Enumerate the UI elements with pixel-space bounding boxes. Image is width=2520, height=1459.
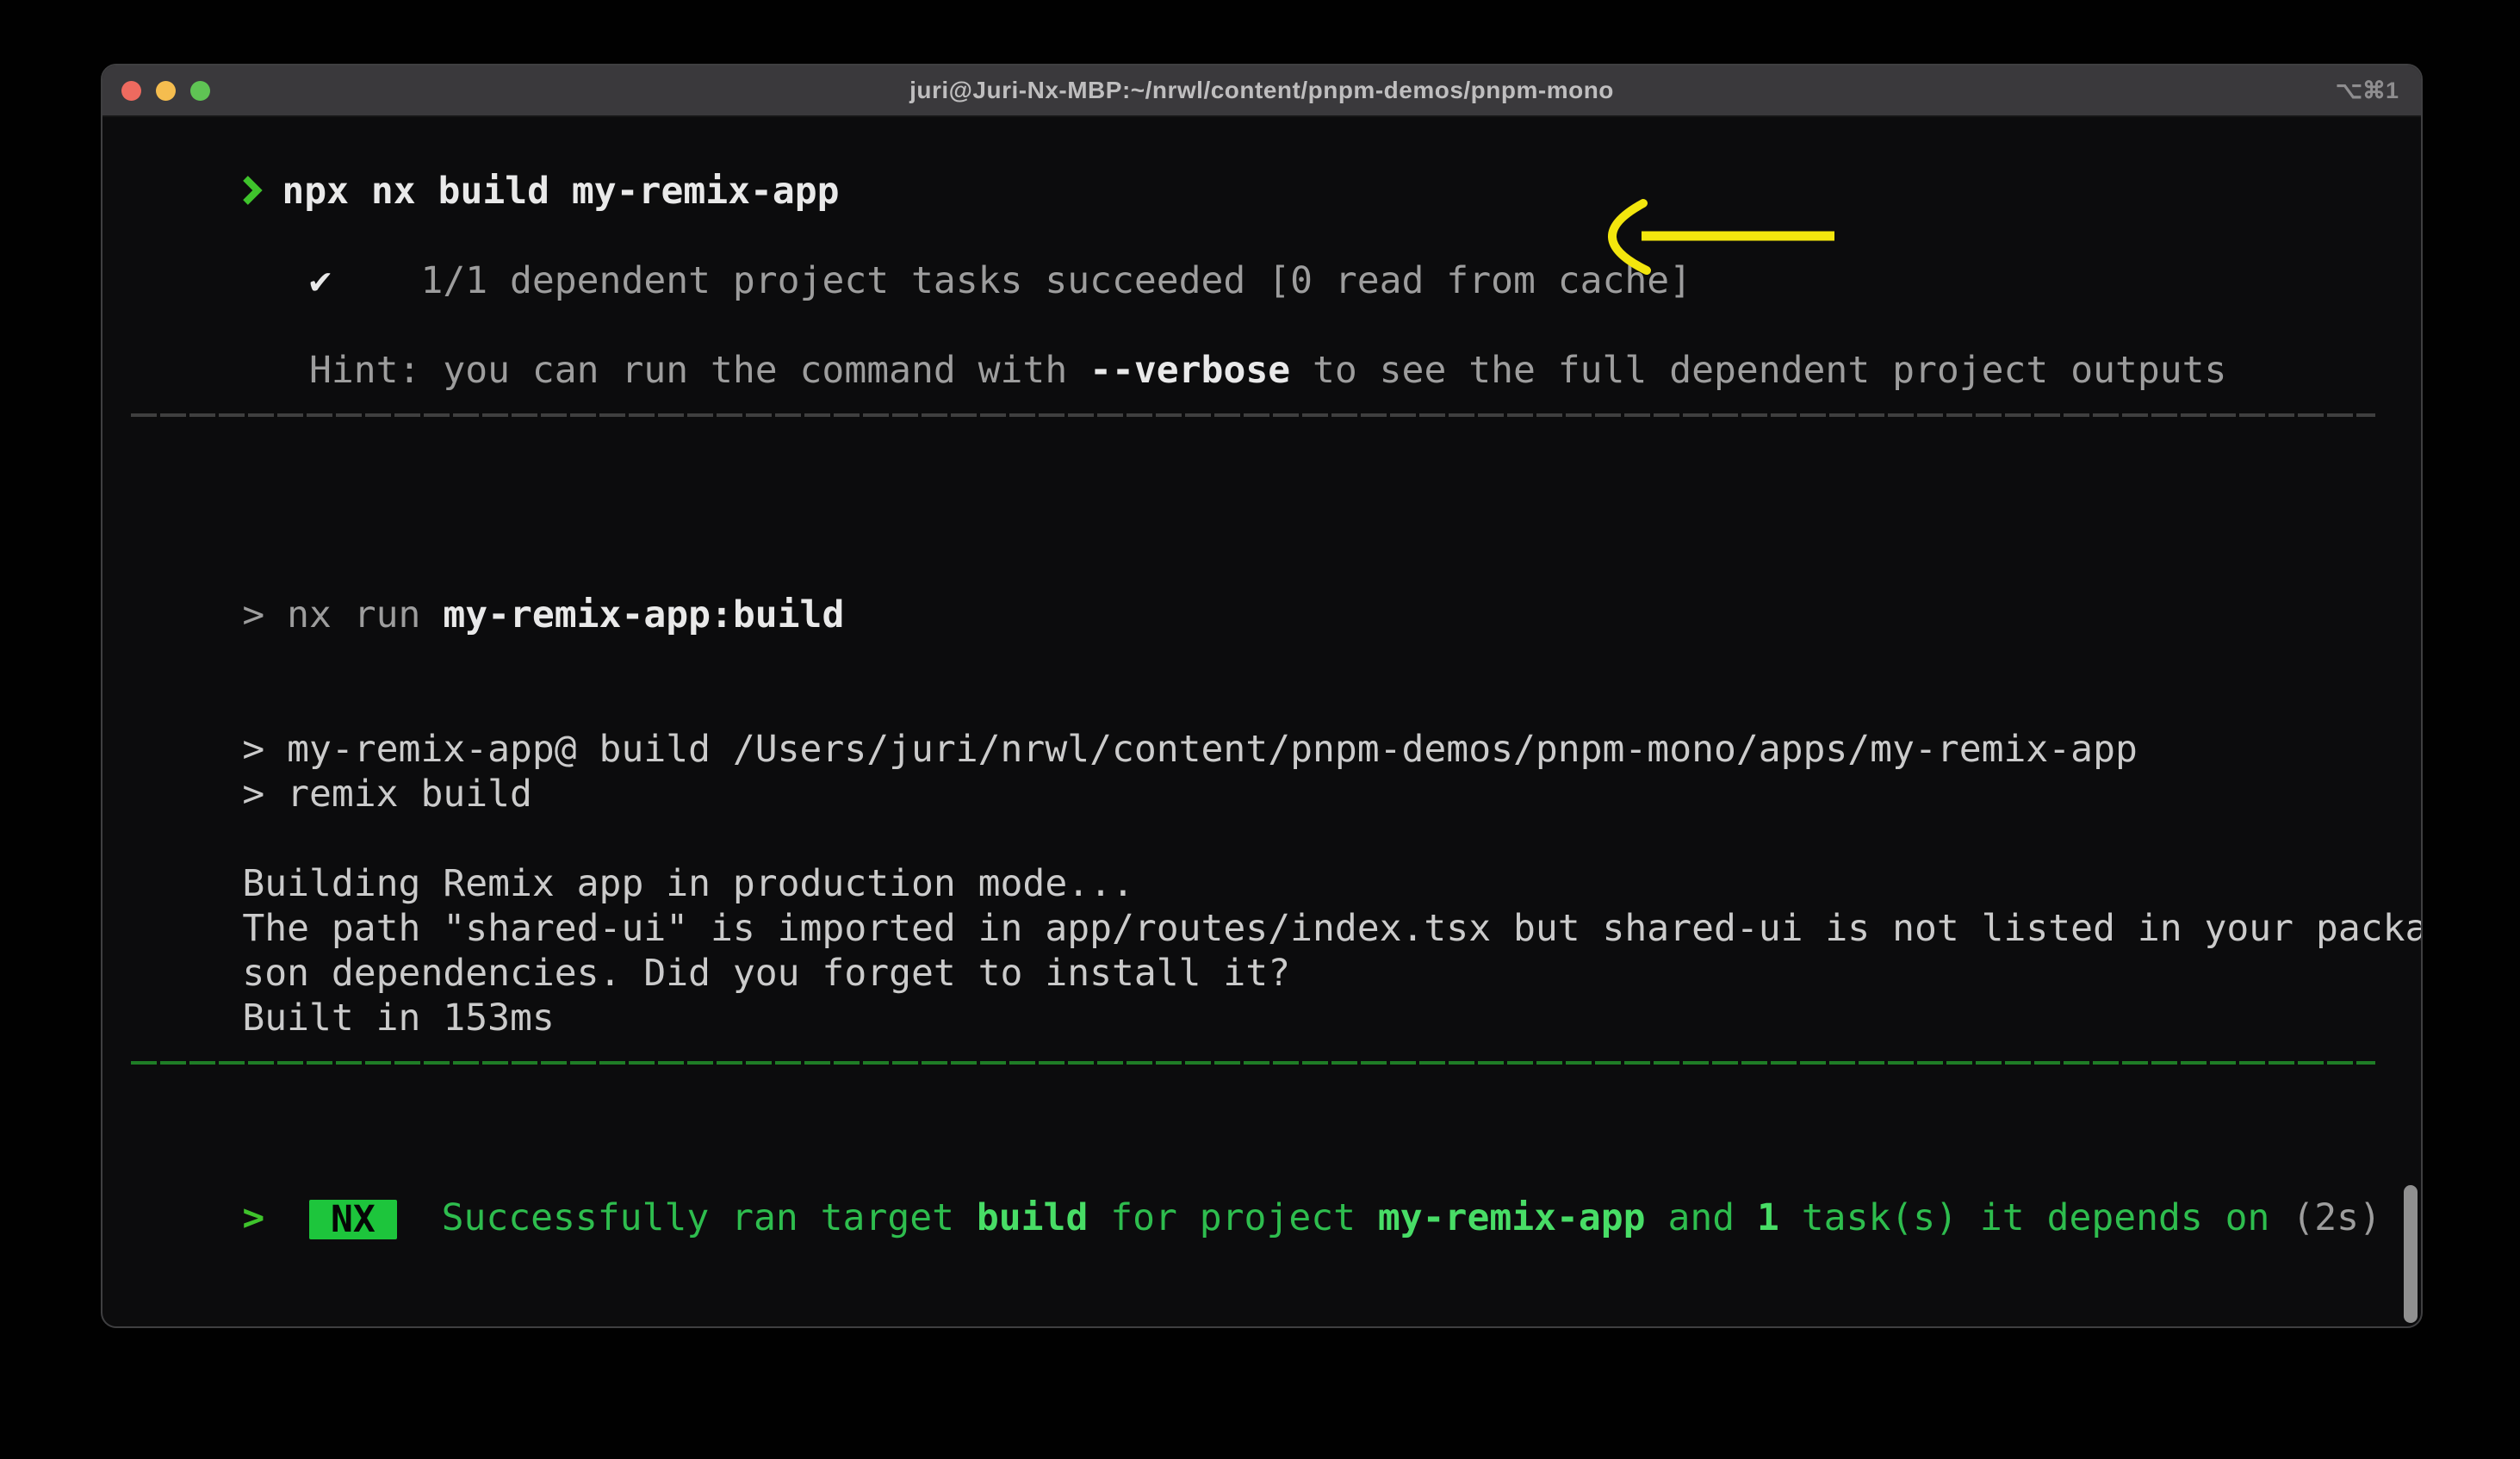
terminal-line-task-succeeded: ✔ 1/1 dependent project tasks succeeded …	[109, 214, 2412, 258]
dashed-separator	[131, 413, 2375, 417]
success-bold-project: my-remix-app	[1378, 1196, 1646, 1239]
success-duration: (2s)	[2292, 1196, 2381, 1239]
built-time-text: Built in 153ms	[242, 996, 554, 1040]
terminal-line-hint: Hint: you can run the command with --ver…	[109, 303, 2412, 348]
nx-badge: NX	[309, 1200, 397, 1239]
hint-text-post: to see the full dependent project output…	[1290, 349, 2226, 392]
scrollbar-thumb[interactable]	[2404, 1185, 2418, 1323]
terminal-line-success: > NX Successfully ran target build for p…	[109, 1151, 2412, 1195]
terminal-window: juri@Juri-Nx-MBP:~/nrwl/content/pnpm-dem…	[101, 64, 2423, 1328]
titlebar[interactable]: juri@Juri-Nx-MBP:~/nrwl/content/pnpm-dem…	[102, 65, 2421, 117]
blank-line	[109, 458, 2412, 503]
success-text-2: for project	[1088, 1196, 1378, 1239]
terminal-line-package-script: > my-remix-app@ build /Users/juri/nrwl/c…	[109, 682, 2412, 727]
maximize-button[interactable]	[190, 81, 210, 101]
warning-text-2: son dependencies. Did you forget to inst…	[242, 952, 1290, 995]
blank-line	[109, 503, 2412, 548]
remix-build-text: > remix build	[242, 773, 532, 816]
nx-run-prefix: > nx run	[242, 593, 443, 636]
warning-text-1: The path "shared-ui" is imported in app/…	[242, 907, 2423, 950]
blank-line	[109, 637, 2412, 682]
terminal-line-nx-run: > nx run my-remix-app:build	[109, 548, 2412, 593]
yellow-arrow-annotation	[1569, 191, 1853, 277]
success-prompt: >	[242, 1196, 309, 1239]
terminal-line-prompt-path: ~/nrwl/content/pnpm-demos/pnpm-mono main…	[109, 1285, 2412, 1328]
separator-row	[109, 413, 2412, 458]
dashed-separator-green	[131, 1061, 2375, 1065]
check-icon: ✔	[242, 259, 420, 302]
separator-row	[109, 1061, 2412, 1106]
task-succeeded-text: 1/1 dependent project tasks succeeded [0…	[420, 259, 1691, 302]
blank-line	[109, 1240, 2412, 1285]
package-script-text: > my-remix-app@ build /Users/juri/nrwl/c…	[242, 728, 2138, 771]
close-button[interactable]	[121, 81, 141, 101]
success-bold-count: 1	[1757, 1196, 1779, 1239]
hint-text-pre: Hint: you can run the command with	[242, 349, 1089, 392]
success-text-1: Successfully ran target	[397, 1196, 977, 1239]
prompt-chevron-icon	[242, 169, 282, 214]
tab-shortcut-indicator: ⌥⌘1	[2336, 65, 2399, 115]
success-text-3: and	[1646, 1196, 1757, 1239]
success-text-4: task(s) it depends on	[1779, 1196, 2292, 1239]
traffic-lights	[121, 65, 210, 115]
minimize-button[interactable]	[156, 81, 176, 101]
building-text: Building Remix app in production mode...	[242, 862, 1134, 905]
success-bold-build: build	[977, 1196, 1088, 1239]
terminal-line-command: npx nx build my-remix-app	[109, 124, 2412, 169]
command-text: npx nx build my-remix-app	[282, 170, 839, 213]
terminal-line-building: Building Remix app in production mode...	[109, 816, 2412, 861]
window-title: juri@Juri-Nx-MBP:~/nrwl/content/pnpm-dem…	[909, 77, 1614, 104]
terminal-content[interactable]: npx nx build my-remix-app ✔ 1/1 dependen…	[102, 117, 2421, 1328]
hint-verbose-flag: --verbose	[1089, 349, 1290, 392]
nx-run-target: my-remix-app:build	[443, 593, 844, 636]
blank-line	[109, 1106, 2412, 1151]
